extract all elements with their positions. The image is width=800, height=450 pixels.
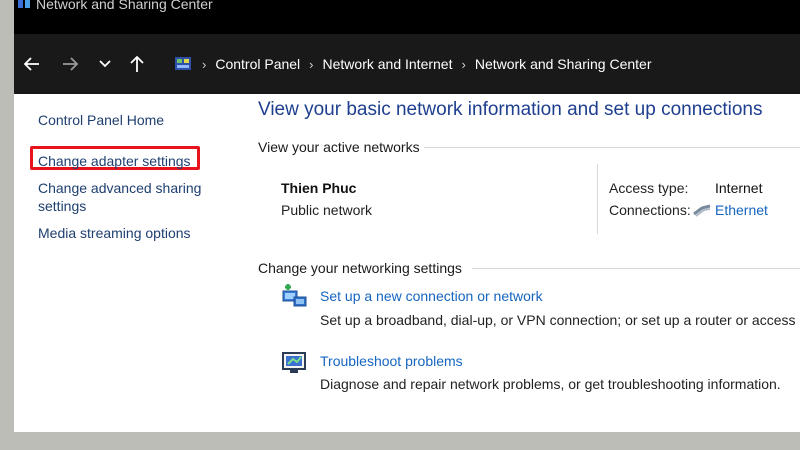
new-connection-icon	[282, 284, 307, 307]
forward-arrow-icon	[63, 57, 79, 71]
crumb-network-sharing-center[interactable]: Network and Sharing Center	[475, 56, 652, 72]
forward-button[interactable]	[58, 52, 82, 76]
access-type-value: Internet	[715, 180, 763, 196]
address-bar: › Control Panel › Network and Internet ›…	[14, 34, 800, 94]
divider	[472, 268, 800, 269]
network-category[interactable]: Public network	[281, 202, 372, 218]
title-bar: Network and Sharing Center	[14, 0, 800, 34]
chevron-right-icon: ›	[461, 56, 466, 72]
sidebar-item-control-panel-home[interactable]: Control Panel Home	[38, 111, 164, 129]
troubleshoot-description: Diagnose and repair network problems, or…	[320, 376, 781, 392]
page-title: View your basic network information and …	[258, 99, 763, 120]
connections-label: Connections:	[609, 202, 691, 218]
network-name: Thien Phuc	[281, 180, 357, 196]
sidebar-item-media-streaming[interactable]: Media streaming options	[38, 224, 191, 242]
recent-locations-button[interactable]	[93, 52, 117, 76]
control-panel-window: Network and Sharing Center › Control Pan…	[14, 0, 800, 432]
up-arrow-icon	[130, 55, 144, 72]
sidebar-item-label: Change advanced sharing	[38, 180, 202, 196]
network-center-icon	[18, 0, 30, 8]
crumb-network-internet[interactable]: Network and Internet	[323, 56, 453, 72]
ethernet-icon	[693, 204, 711, 217]
active-networks-heading: View your active networks	[258, 139, 420, 155]
sidebar-item-advanced-sharing-settings[interactable]: Change advanced sharing settings	[38, 179, 201, 215]
access-type-label: Access type:	[609, 180, 689, 196]
window-title: Network and Sharing Center	[36, 0, 213, 12]
networking-settings-heading: Change your networking settings	[258, 260, 462, 276]
chevron-right-icon: ›	[202, 56, 207, 72]
chevron-down-icon	[99, 60, 111, 68]
main-content: View your basic network information and …	[244, 94, 800, 432]
left-navigation-pane: Control Panel Home Change adapter settin…	[14, 94, 244, 432]
sidebar-item-label: settings	[38, 198, 87, 214]
back-button[interactable]	[20, 52, 44, 76]
up-button[interactable]	[125, 52, 149, 76]
troubleshoot-icon	[282, 352, 306, 373]
control-panel-icon	[175, 57, 191, 70]
breadcrumb: › Control Panel › Network and Internet ›…	[174, 54, 651, 74]
ethernet-connection-link[interactable]: Ethernet	[715, 202, 768, 218]
sidebar-item-change-adapter-settings[interactable]: Change adapter settings	[38, 152, 191, 170]
setup-connection-description: Set up a broadband, dial-up, or VPN conn…	[320, 312, 800, 328]
back-arrow-icon	[23, 57, 39, 71]
divider	[424, 147, 800, 148]
crumb-control-panel[interactable]: Control Panel	[215, 56, 300, 72]
setup-connection-link[interactable]: Set up a new connection or network	[320, 288, 543, 304]
troubleshoot-link[interactable]: Troubleshoot problems	[320, 353, 463, 369]
chevron-right-icon: ›	[309, 56, 314, 72]
divider	[597, 164, 598, 234]
